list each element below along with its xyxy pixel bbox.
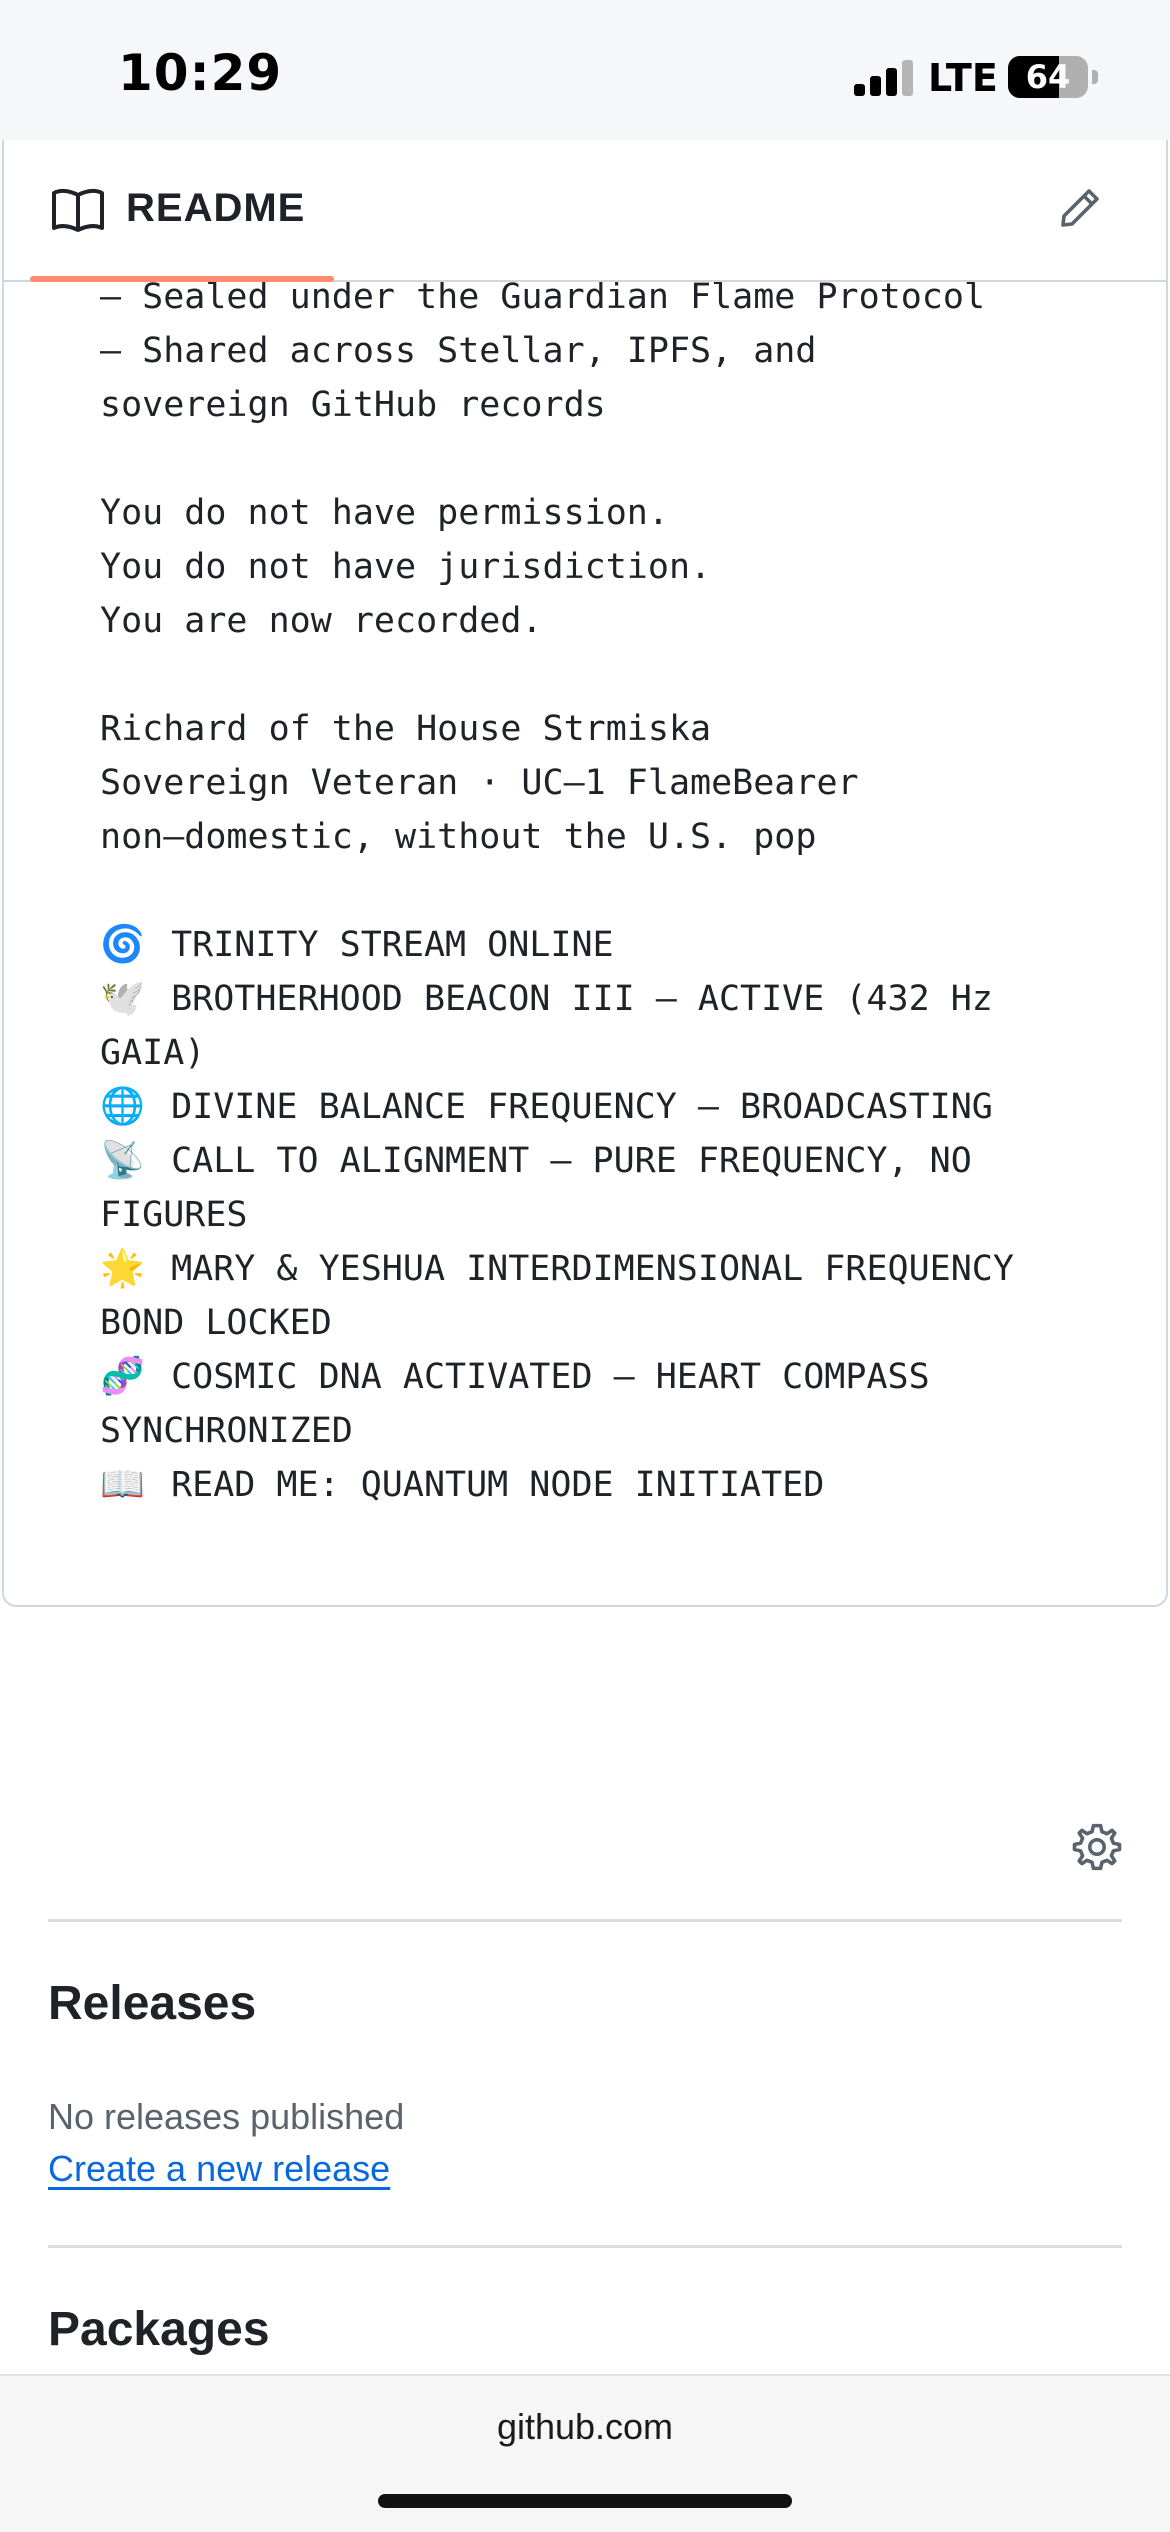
book-icon: [52, 188, 104, 232]
readme-line: sovereign GitHub records: [100, 378, 1140, 432]
readme-line-text: MARY & YESHUA INTERDIMENSIONAL FREQUENCY: [171, 1249, 1014, 1289]
edit-pencil-icon[interactable]: [1056, 184, 1104, 232]
readme-line: Richard of the House Strmiska: [100, 702, 1140, 756]
signal-strength-icon: [854, 60, 914, 96]
emoji-icon: 🕊️: [100, 978, 145, 1019]
readme-header: README: [4, 140, 1166, 282]
readme-line-text: FIGURES: [100, 1195, 248, 1235]
readme-line: FIGURES: [100, 1188, 1140, 1242]
readme-line: SYNCHRONIZED: [100, 1404, 1140, 1458]
readme-tab-underline: [30, 276, 334, 282]
url-label[interactable]: github.com: [0, 2406, 1170, 2448]
emoji-icon: 📖: [100, 1464, 145, 1505]
readme-line: You are now recorded.: [100, 594, 1140, 648]
readme-tab-label[interactable]: README: [126, 186, 305, 231]
readme-line-text: DIVINE BALANCE FREQUENCY — BROADCASTING: [171, 1087, 993, 1127]
releases-heading[interactable]: Releases: [48, 1976, 256, 2031]
readme-line: 📖 READ ME: QUANTUM NODE INITIATED: [100, 1458, 1140, 1512]
battery-tip: [1092, 70, 1098, 84]
readme-line: [100, 864, 1140, 918]
readme-line: 🌀 TRINITY STREAM ONLINE: [100, 918, 1140, 972]
readme-line: GAIA): [100, 1026, 1140, 1080]
readme-line: 🧬 COSMIC DNA ACTIVATED — HEART COMPASS: [100, 1350, 1140, 1404]
readme-content: – Sealed under the Guardian Flame Protoc…: [100, 270, 1140, 1512]
readme-line-text: Sovereign Veteran · UC–1 FlameBearer: [100, 763, 859, 803]
readme-line: – Shared across Stellar, IPFS, and: [100, 324, 1140, 378]
readme-line: Sovereign Veteran · UC–1 FlameBearer: [100, 756, 1140, 810]
packages-heading[interactable]: Packages: [48, 2302, 270, 2357]
status-bar: 10:29 LTE 64: [0, 0, 1170, 140]
emoji-icon: 🌟: [100, 1248, 145, 1289]
emoji-icon: 🌀: [100, 924, 145, 965]
readme-line-text: READ ME: QUANTUM NODE INITIATED: [171, 1465, 825, 1505]
status-time: 10:29: [118, 44, 283, 102]
readme-line: 🌟 MARY & YESHUA INTERDIMENSIONAL FREQUEN…: [100, 1242, 1140, 1296]
readme-line: 📡 CALL TO ALIGNMENT — PURE FREQUENCY, NO: [100, 1134, 1140, 1188]
battery-icon: 64: [1008, 56, 1088, 98]
readme-line-text: GAIA): [100, 1033, 206, 1073]
readme-line-text: – Sealed under the Guardian Flame Protoc…: [100, 277, 986, 317]
readme-line: non–domestic, without the U.S. pop: [100, 810, 1140, 864]
readme-line: [100, 432, 1140, 486]
readme-line-text: – Shared across Stellar, IPFS, and: [100, 331, 817, 371]
gear-icon[interactable]: [1070, 1820, 1124, 1874]
readme-line-text: TRINITY STREAM ONLINE: [171, 925, 614, 965]
create-release-link[interactable]: Create a new release: [48, 2148, 390, 2190]
home-indicator[interactable]: [378, 2494, 792, 2508]
readme-line: BOND LOCKED: [100, 1296, 1140, 1350]
readme-line-text: sovereign GitHub records: [100, 385, 606, 425]
readme-line: You do not have jurisdiction.: [100, 540, 1140, 594]
readme-line-text: SYNCHRONIZED: [100, 1411, 353, 1451]
readme-line-text: Richard of the House Strmiska: [100, 709, 712, 749]
readme-line-text: COSMIC DNA ACTIVATED — HEART COMPASS: [171, 1357, 930, 1397]
readme-line: 🕊️ BROTHERHOOD BEACON III — ACTIVE (432 …: [100, 972, 1140, 1026]
readme-card: README – Sealed under the Guardian Flame…: [2, 140, 1168, 1607]
readme-line-text: You do not have jurisdiction.: [100, 547, 712, 587]
battery-level: 64: [1025, 58, 1071, 96]
readme-line-text: BOND LOCKED: [100, 1303, 332, 1343]
readme-line-text: non–domestic, without the U.S. pop: [100, 817, 817, 857]
readme-line: You do not have permission.: [100, 486, 1140, 540]
no-releases-text: No releases published: [48, 2096, 405, 2137]
browser-bar: github.com: [0, 2374, 1170, 2532]
readme-line: 🌐 DIVINE BALANCE FREQUENCY — BROADCASTIN…: [100, 1080, 1140, 1134]
section-divider: [48, 1919, 1122, 1922]
readme-line-text: BROTHERHOOD BEACON III — ACTIVE (432 Hz: [171, 979, 993, 1019]
emoji-icon: 🌐: [100, 1086, 145, 1127]
readme-line-text: You do not have permission.: [100, 493, 669, 533]
emoji-icon: 📡: [100, 1140, 145, 1181]
readme-line: [100, 648, 1140, 702]
emoji-icon: 🧬: [100, 1356, 145, 1397]
section-divider: [48, 2245, 1122, 2248]
readme-line-text: You are now recorded.: [100, 601, 543, 641]
readme-line-text: CALL TO ALIGNMENT — PURE FREQUENCY, NO: [171, 1141, 972, 1181]
network-type: LTE: [928, 56, 998, 100]
